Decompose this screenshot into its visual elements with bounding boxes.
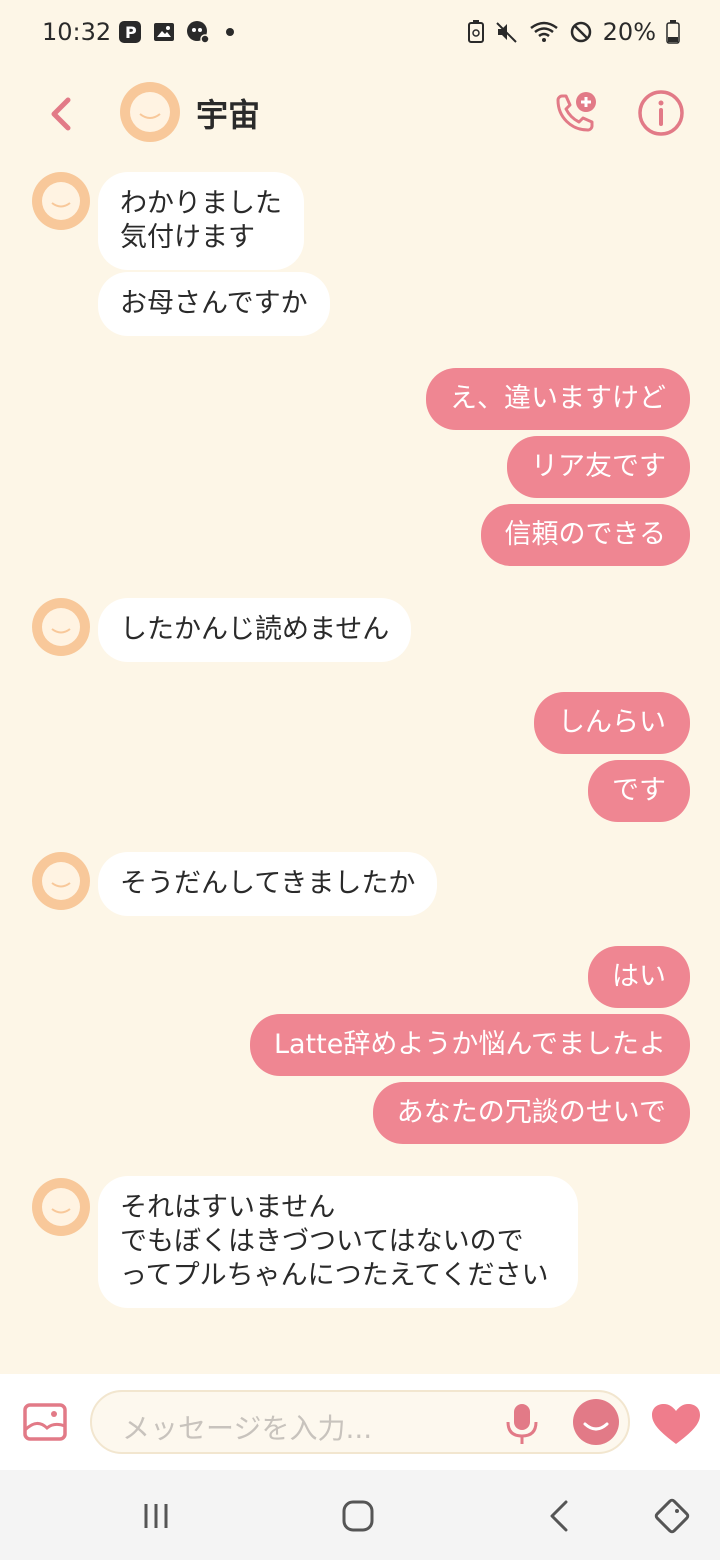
gallery-notification-icon — [154, 23, 174, 41]
incoming-message[interactable]: したかんじ読めません — [98, 598, 412, 662]
incoming-message[interactable]: わかりました 気付けます — [98, 172, 304, 270]
battery-icon — [666, 20, 680, 44]
outgoing-message[interactable]: え、違いますけど — [426, 368, 690, 430]
outgoing-message[interactable]: 信頼のできる — [480, 504, 690, 566]
svg-text:P: P — [125, 23, 137, 42]
avatar[interactable] — [32, 172, 90, 230]
avatar[interactable] — [120, 82, 180, 142]
incoming-message[interactable]: それはすいません でもぼくはきづついてはないので ってプルちゃんにつたえてくださ… — [98, 1176, 578, 1308]
nav-back-icon[interactable] — [542, 1498, 578, 1534]
avatar[interactable] — [32, 598, 90, 656]
emoji-icon[interactable] — [572, 1398, 620, 1446]
chat-header: 宇宙 — [0, 68, 720, 164]
status-bar: 10:32 P 20% — [0, 0, 720, 68]
outgoing-message[interactable]: Latte辞めようか悩んでましたよ — [249, 1014, 690, 1076]
status-right: 20% — [467, 18, 680, 46]
notification-icons: P — [118, 20, 234, 44]
mic-icon[interactable] — [502, 1402, 542, 1446]
call-add-icon[interactable] — [550, 88, 600, 138]
more-notifications-dot — [226, 28, 234, 36]
status-time: 10:32 — [42, 18, 112, 46]
incoming-message[interactable]: お母さんですか — [98, 272, 330, 336]
home-icon[interactable] — [340, 1498, 376, 1534]
message-input-bar: メッセージを入力... — [0, 1374, 720, 1470]
avatar[interactable] — [32, 852, 90, 910]
contact-name: 宇宙 — [196, 96, 261, 134]
rotate-icon[interactable] — [654, 1498, 690, 1534]
outgoing-message[interactable]: です — [588, 760, 690, 822]
wifi-icon — [529, 21, 558, 42]
incoming-message[interactable]: そうだんしてきましたか — [98, 852, 438, 916]
outgoing-message[interactable]: はい — [588, 946, 690, 1008]
avatar[interactable] — [32, 1178, 90, 1236]
chat-app-icon — [187, 21, 210, 44]
gallery-icon[interactable] — [22, 1402, 68, 1442]
parking-app-icon: P — [119, 21, 141, 43]
battery-percent: 20% — [602, 18, 656, 46]
recent-apps-icon[interactable] — [138, 1498, 174, 1534]
outgoing-message[interactable]: しんらい — [534, 692, 690, 754]
message-input-placeholder: メッセージを入力... — [122, 1412, 373, 1445]
battery-saver-icon — [467, 20, 484, 43]
outgoing-message[interactable]: あなたの冗談のせいで — [372, 1082, 690, 1144]
back-icon[interactable] — [40, 90, 80, 138]
message-input[interactable]: メッセージを入力... — [90, 1390, 630, 1454]
info-icon[interactable] — [636, 88, 686, 138]
no-signal-icon — [570, 21, 591, 43]
system-nav-bar — [0, 1470, 720, 1560]
mute-icon — [495, 22, 517, 43]
heart-icon[interactable] — [650, 1402, 702, 1446]
outgoing-message[interactable]: リア友です — [507, 436, 690, 498]
